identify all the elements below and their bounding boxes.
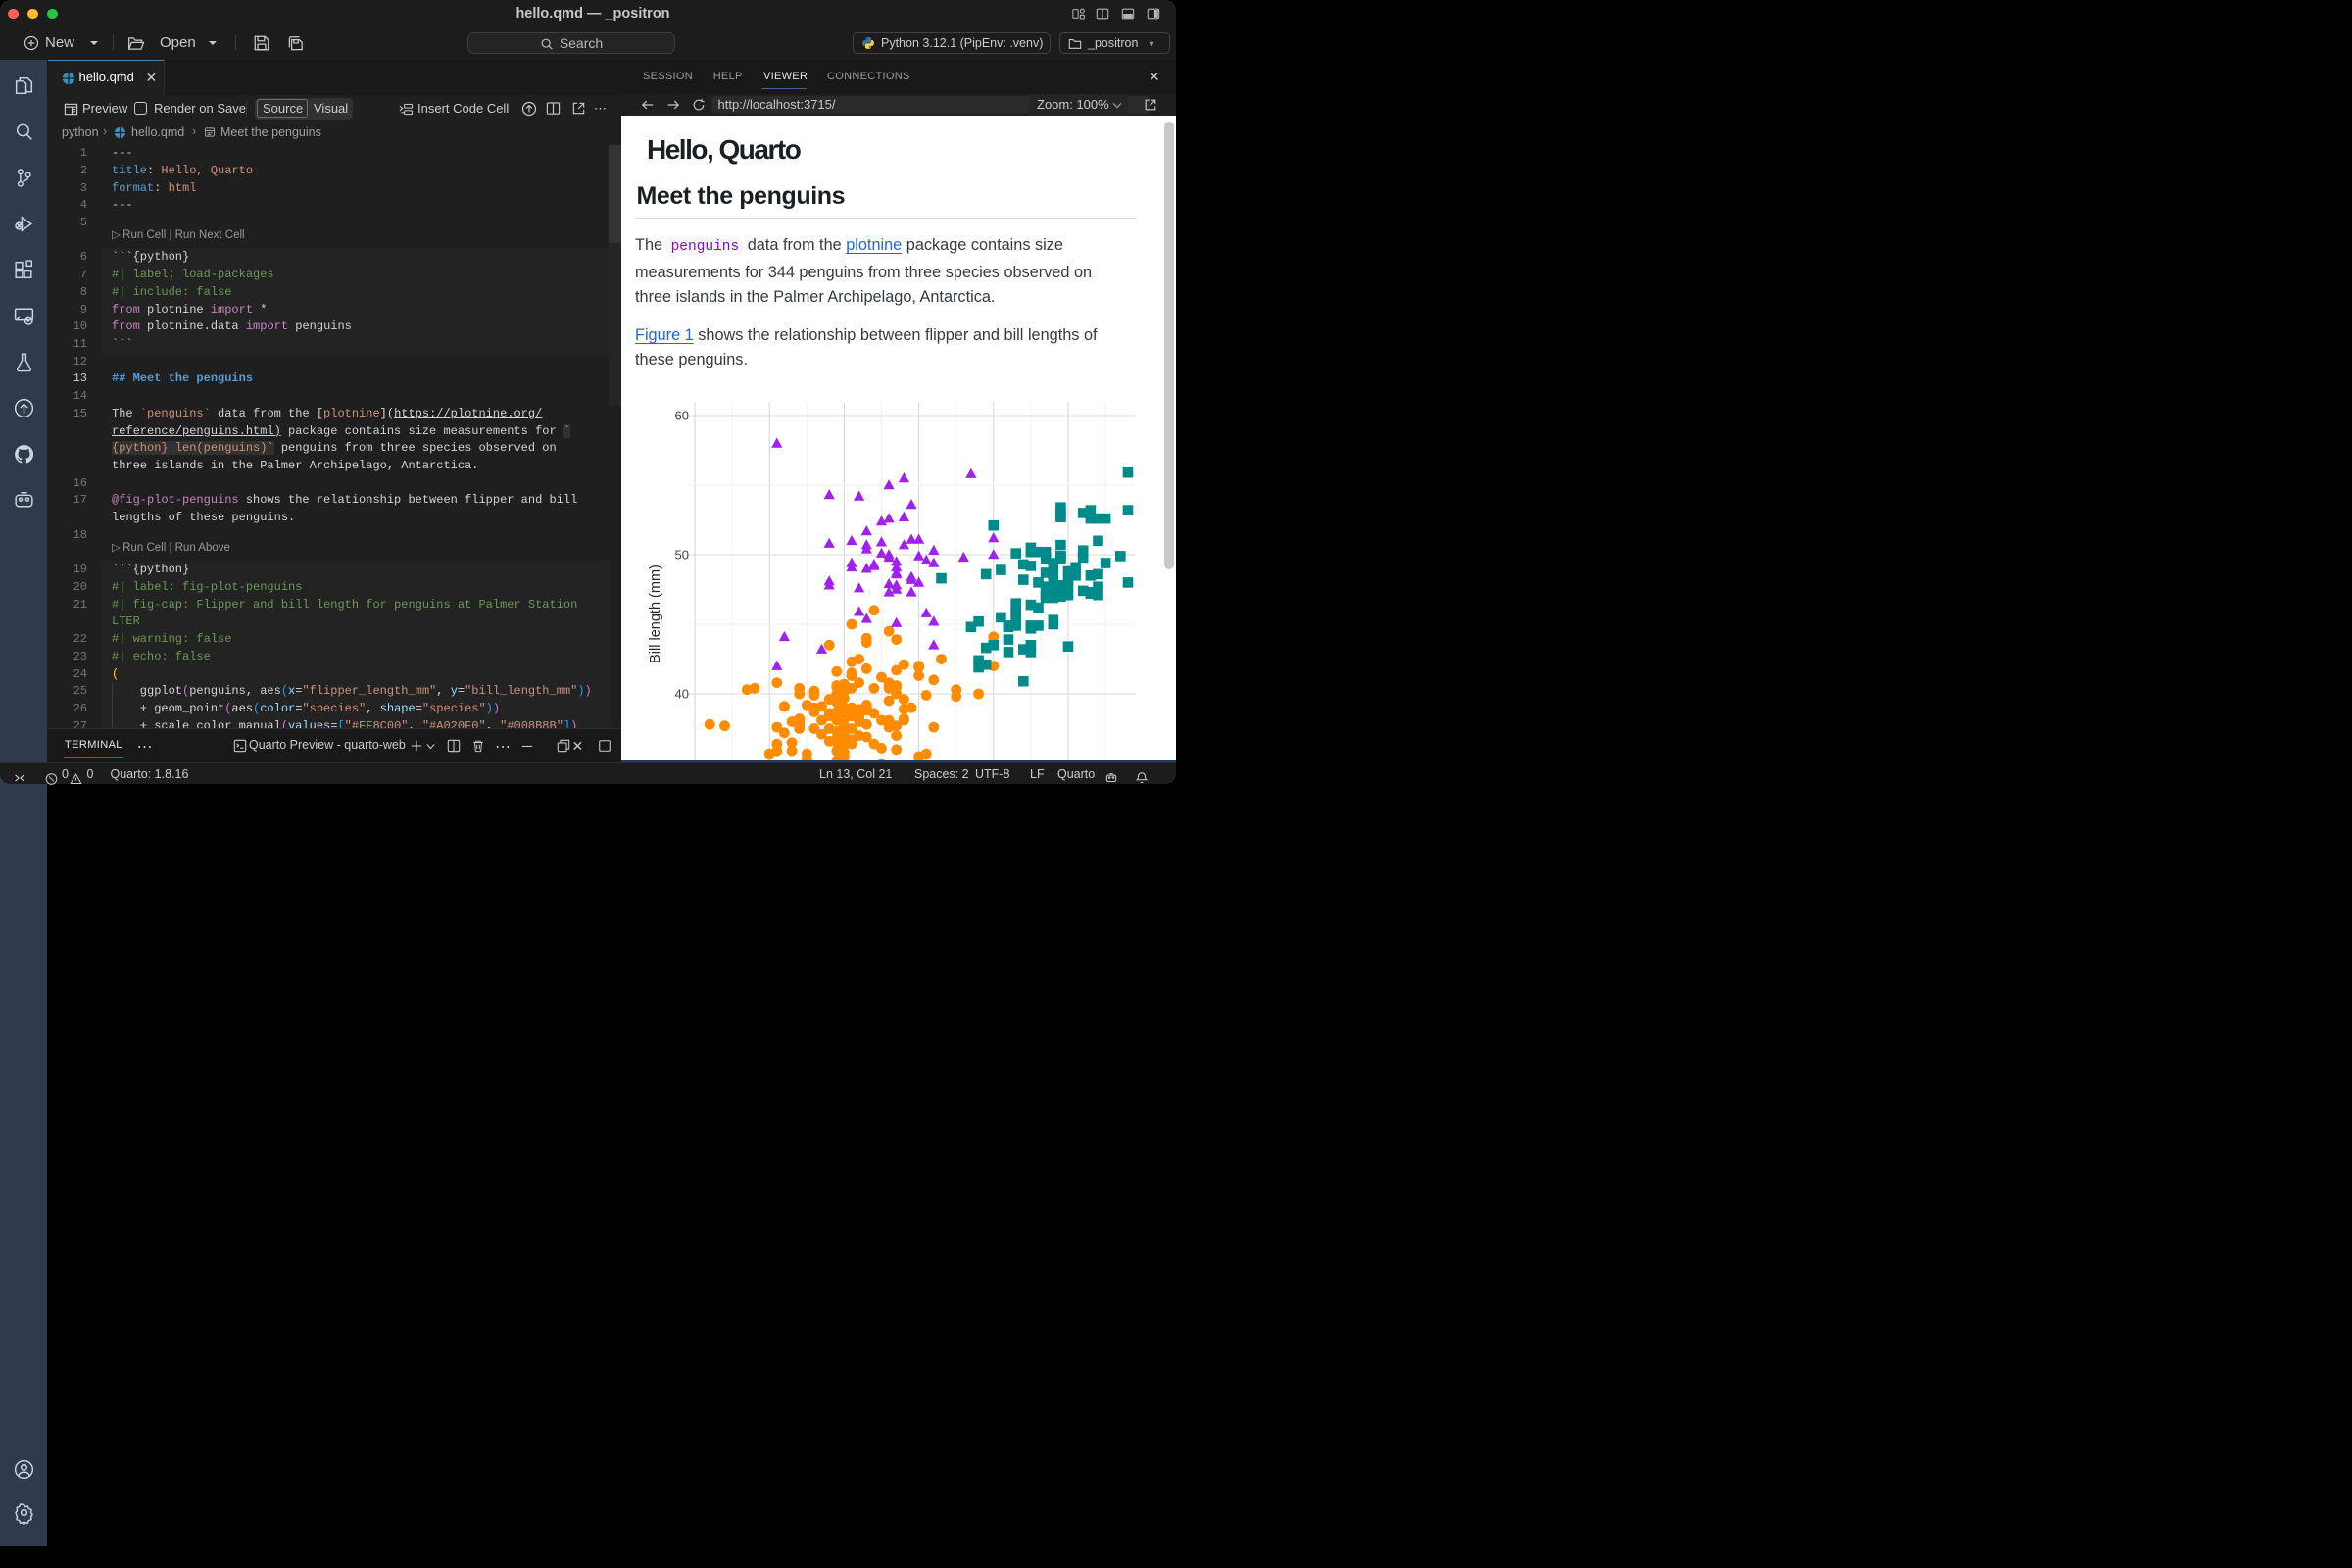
svg-text:40: 40 [675,686,689,701]
svg-text:60: 60 [675,408,689,422]
svg-text:50: 50 [675,547,689,562]
svg-text:Bill length (mm): Bill length (mm) [648,564,663,663]
